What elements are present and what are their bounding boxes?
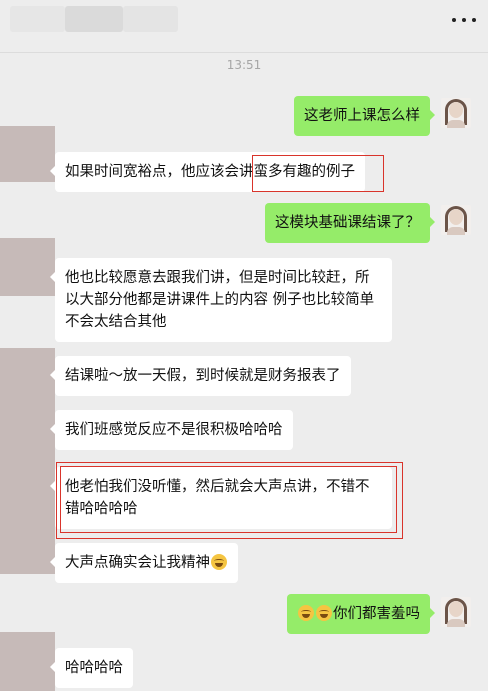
received-message[interactable]: 如果时间宽裕点，他应该会讲蛮多有趣的例子 (50, 152, 365, 192)
message-text: 这老师上课怎么样 (304, 108, 420, 124)
chat-header (0, 0, 488, 52)
laughing-tears-emoji (298, 605, 314, 621)
message-line: 他老怕我们没听懂，然后就会大声点讲，不错不 (65, 479, 370, 495)
contact-avatar[interactable] (0, 238, 55, 296)
received-message[interactable]: 他老怕我们没听懂，然后就会大声点讲，不错不 错哈哈哈哈 (50, 467, 392, 529)
received-message[interactable]: 哈哈哈哈 (50, 648, 133, 688)
contact-avatar[interactable] (0, 632, 55, 691)
contact-avatar[interactable] (0, 348, 55, 574)
message-line: 不会太结合其他 (65, 314, 167, 330)
laughing-tears-emoji (316, 605, 332, 621)
my-avatar[interactable] (441, 98, 471, 128)
message-line: 以大部分他都是讲课件上的内容 例子也比较简单 (65, 292, 375, 308)
message-line: 他也比较愿意去跟我们讲，但是时间比较赶，所 (65, 270, 370, 286)
header-divider (0, 52, 488, 53)
received-message[interactable]: 他也比较愿意去跟我们讲，但是时间比较赶，所 以大部分他都是讲课件上的内容 例子也… (50, 258, 392, 342)
blurred-contact-name (10, 6, 65, 32)
laughing-tears-emoji (211, 554, 227, 570)
received-message[interactable]: 结课啦～放一天假，到时候就是财务报表了 (50, 356, 351, 396)
contact-avatar[interactable] (0, 126, 55, 182)
received-message[interactable]: 大声点确实会让我精神 (50, 543, 238, 583)
sent-message[interactable]: 这老师上课怎么样 (294, 96, 435, 136)
message-text: 哈哈哈哈 (65, 660, 123, 676)
more-dots-icon[interactable] (452, 12, 476, 28)
message-text: 我们班感觉反应不是很积极哈哈哈 (65, 422, 283, 438)
sent-message[interactable]: 这模块基础课结课了？ (265, 203, 435, 243)
message-text: 这模块基础课结课了？ (275, 215, 420, 231)
received-message[interactable]: 我们班感觉反应不是很积极哈哈哈 (50, 410, 293, 450)
my-avatar[interactable] (441, 597, 471, 627)
message-timestamp: 13:51 (226, 58, 262, 72)
message-text: 大声点确实会让我精神 (65, 555, 210, 571)
message-line: 错哈哈哈哈 (65, 501, 138, 517)
blurred-contact-name (65, 6, 123, 32)
sent-message[interactable]: 你们都害羞吗 (287, 594, 435, 634)
message-text: 结课啦～放一天假，到时候就是财务报表了 (65, 368, 341, 384)
blurred-contact-name (123, 6, 178, 32)
message-text: 如果时间宽裕点，他应该会讲蛮多有趣的例子 (65, 164, 355, 180)
my-avatar[interactable] (441, 205, 471, 235)
message-text: 你们都害羞吗 (333, 606, 420, 622)
